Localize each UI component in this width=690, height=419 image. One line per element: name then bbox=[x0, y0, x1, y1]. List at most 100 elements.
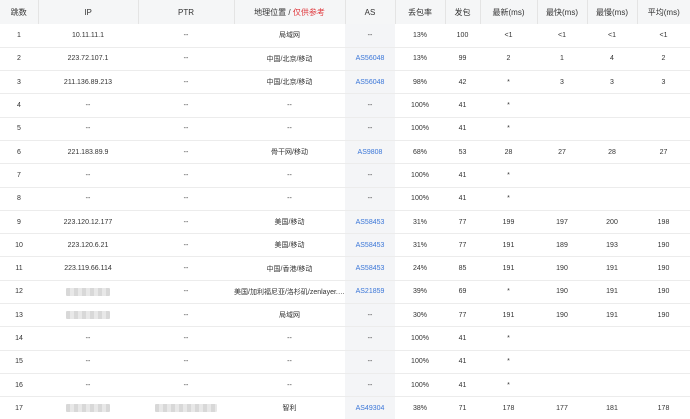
cell-hop: 3 bbox=[17, 78, 21, 86]
cell-location: 局域网 bbox=[279, 312, 300, 320]
cell-as: -- bbox=[345, 326, 395, 351]
cell-hop: 4 bbox=[17, 102, 21, 110]
cell-ptr: -- bbox=[183, 78, 189, 86]
table-row: 6 221.183.89.9 -- 骨干网/移动 AS9808 68% 53 28 27 28 27 bbox=[0, 140, 690, 164]
col-location: 地理位置 / 仅供参考 bbox=[234, 0, 346, 24]
cell-ip: 10.11.11.1 bbox=[71, 31, 105, 39]
cell-hop: 9 bbox=[17, 218, 21, 226]
cell-ptr: -- bbox=[183, 288, 189, 296]
cell-best: 177 bbox=[556, 404, 568, 412]
cell-sent: 100 bbox=[456, 31, 469, 39]
as-value: -- bbox=[367, 335, 373, 342]
cell-ip bbox=[38, 397, 138, 419]
cell-worst: 191 bbox=[606, 265, 618, 273]
cell-sent: 41 bbox=[458, 335, 467, 342]
cell-worst bbox=[587, 117, 637, 140]
cell-ip: -- bbox=[85, 195, 91, 203]
cell-location: 局域网 bbox=[279, 32, 300, 40]
cell-ip: 223.119.66.114 bbox=[64, 265, 112, 273]
cell-as: AS9808 bbox=[345, 140, 395, 164]
table-row: 9 223.120.12.177 -- 美国/移动 AS58453 31% 77 199 197… bbox=[0, 210, 690, 234]
cell-best: <1 bbox=[558, 31, 566, 39]
cell-ptr: -- bbox=[183, 241, 189, 249]
cell-worst: 191 bbox=[606, 311, 618, 319]
cell-ptr bbox=[138, 397, 234, 419]
cell-last: * bbox=[507, 125, 510, 133]
cell-avg: 190 bbox=[657, 288, 670, 296]
cell-last: * bbox=[507, 78, 510, 86]
cell-worst: 28 bbox=[608, 148, 616, 156]
col-as: AS bbox=[345, 0, 396, 24]
cell-sent: 71 bbox=[458, 404, 467, 412]
cell-best bbox=[537, 187, 587, 210]
cell-avg: 190 bbox=[657, 265, 670, 273]
cell-worst bbox=[587, 94, 637, 117]
as-link[interactable]: AS49304 bbox=[356, 405, 385, 412]
cell-last: 191 bbox=[502, 241, 515, 249]
col-loss: 丢包率 bbox=[395, 0, 446, 24]
cell-location: 中国/北京/移动 bbox=[266, 55, 313, 63]
table-row: 8 -- -- -- -- 100% 41 * bbox=[0, 187, 690, 211]
table-row: 12 -- 美国/加利福尼亚/洛杉矶/zenlayer.com AS21859 39% 6… bbox=[0, 280, 690, 304]
as-link[interactable]: AS58453 bbox=[356, 265, 385, 272]
redacted-block bbox=[155, 404, 217, 413]
cell-location: 美国/移动 bbox=[274, 219, 305, 227]
as-link[interactable]: AS58453 bbox=[356, 242, 385, 249]
cell-sent: 77 bbox=[458, 311, 467, 319]
as-link[interactable]: AS58453 bbox=[356, 219, 385, 226]
table-row: 3 211.136.89.213 -- 中国/北京/移动 AS56048 98% 42 * 3 3… bbox=[0, 70, 690, 94]
cell-last: * bbox=[507, 288, 510, 296]
cell-last: 178 bbox=[502, 404, 515, 412]
cell-worst: 193 bbox=[606, 241, 618, 249]
cell-best: 190 bbox=[556, 265, 568, 273]
as-value: -- bbox=[367, 195, 373, 203]
table-row: 17 智利 AS49304 38% 71 178 177 181 178 bbox=[0, 396, 690, 419]
cell-ptr: -- bbox=[183, 102, 189, 110]
cell-avg bbox=[637, 94, 690, 117]
cell-as: AS58453 bbox=[345, 233, 395, 257]
cell-last: 28 bbox=[504, 148, 513, 156]
cell-hop: 7 bbox=[17, 171, 21, 179]
cell-ip: 223.120.6.21 bbox=[67, 241, 109, 249]
cell-loss: 31% bbox=[412, 241, 427, 249]
cell-worst: 200 bbox=[606, 218, 618, 226]
as-link[interactable]: AS56048 bbox=[356, 55, 385, 62]
as-link[interactable]: AS56048 bbox=[356, 79, 385, 86]
table-row: 13 -- 局域网 -- 30% 77 191 190 191 190 bbox=[0, 303, 690, 327]
cell-sent: 41 bbox=[458, 195, 467, 203]
cell-avg bbox=[637, 117, 690, 140]
as-value: -- bbox=[367, 358, 373, 366]
as-value: -- bbox=[367, 171, 373, 179]
cell-ip: 223.120.12.177 bbox=[63, 218, 113, 226]
cell-as: AS56048 bbox=[345, 47, 395, 71]
cell-ptr: -- bbox=[183, 358, 189, 366]
cell-as: -- bbox=[345, 117, 395, 141]
cell-as: -- bbox=[345, 187, 395, 211]
cell-ip: 223.72.107.1 bbox=[67, 55, 109, 63]
cell-hop: 12 bbox=[15, 288, 23, 296]
cell-as: AS58453 bbox=[345, 210, 395, 234]
cell-hop: 16 bbox=[15, 381, 23, 389]
cell-as: -- bbox=[345, 350, 395, 374]
cell-worst bbox=[587, 373, 637, 396]
as-link[interactable]: AS9808 bbox=[358, 149, 383, 156]
table-row: 5 -- -- -- -- 100% 41 * bbox=[0, 117, 690, 141]
cell-ptr: -- bbox=[183, 218, 189, 226]
as-value: -- bbox=[367, 102, 373, 110]
col-best: 最快(ms) bbox=[537, 0, 588, 24]
as-link[interactable]: AS21859 bbox=[356, 288, 385, 295]
cell-loss: 38% bbox=[412, 404, 427, 412]
cell-loss: 24% bbox=[412, 265, 427, 273]
cell-ip: -- bbox=[85, 171, 91, 179]
cell-best bbox=[537, 94, 587, 117]
cell-last: 191 bbox=[502, 311, 515, 319]
col-hop: 跳数 bbox=[0, 0, 39, 24]
cell-location: -- bbox=[287, 358, 292, 366]
cell-ip: -- bbox=[85, 125, 91, 133]
cell-location: -- bbox=[287, 381, 292, 389]
cell-loss: 13% bbox=[412, 55, 427, 63]
cell-location: 美国/移动 bbox=[274, 242, 305, 250]
cell-hop: 14 bbox=[15, 335, 23, 342]
cell-loss: 100% bbox=[411, 335, 429, 342]
cell-ip: 211.136.89.213 bbox=[63, 78, 113, 86]
